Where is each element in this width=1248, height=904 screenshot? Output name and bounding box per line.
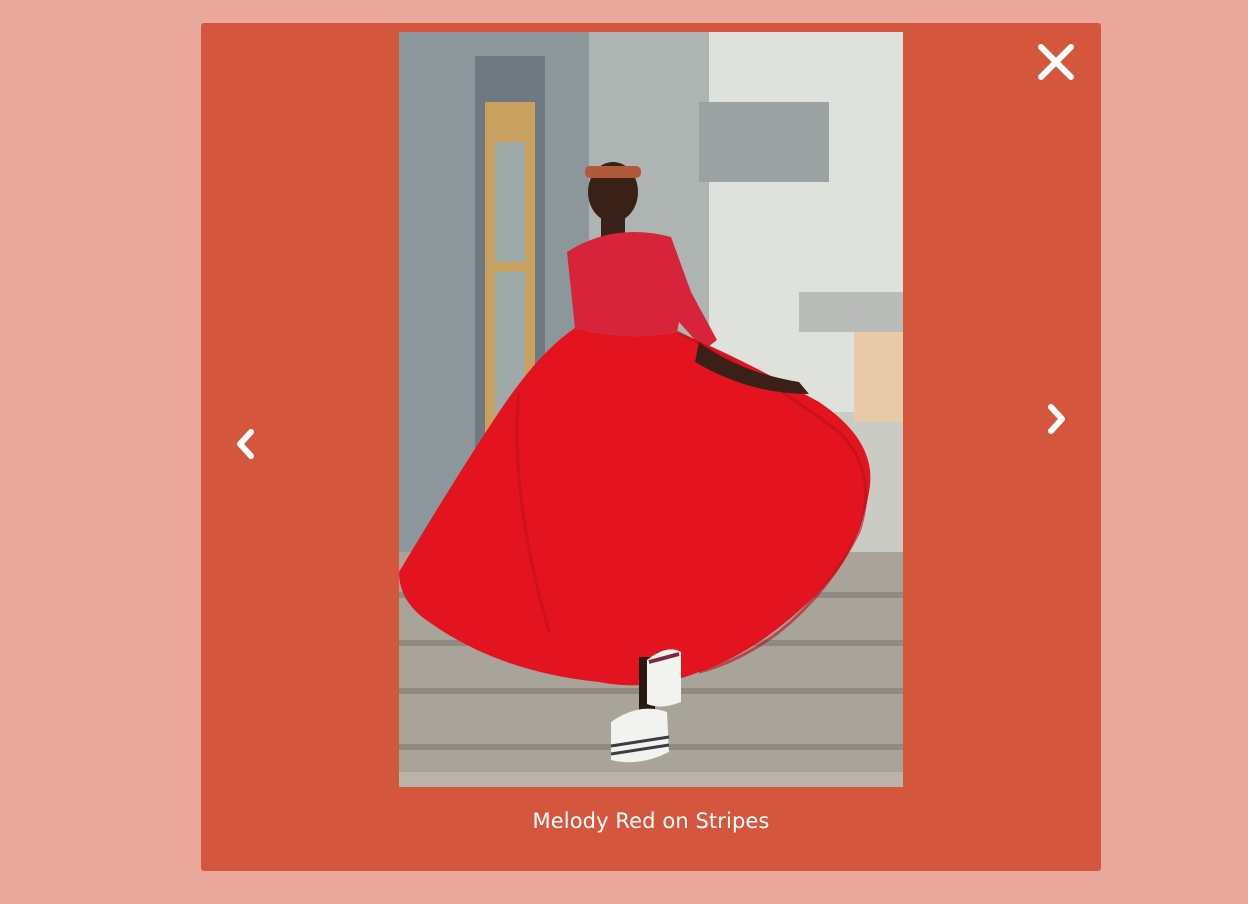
- lightbox-modal: Melody Red on Stripes: [201, 23, 1101, 871]
- image-caption: Melody Red on Stripes: [532, 809, 770, 833]
- photo-illustration: [399, 32, 903, 787]
- balcony: [799, 292, 903, 332]
- awning: [699, 102, 829, 182]
- chevron-left-icon: [237, 429, 254, 459]
- lightbox-photo: [399, 32, 903, 787]
- close-icon: [1038, 44, 1074, 80]
- previous-image-button[interactable]: [231, 427, 261, 461]
- next-image-button[interactable]: [1041, 402, 1071, 436]
- sunglasses: [585, 166, 641, 178]
- lit-window: [854, 332, 903, 422]
- door-glass-top: [495, 142, 525, 262]
- sneaker-left: [611, 708, 669, 763]
- chevron-right-icon: [1048, 404, 1065, 434]
- close-button[interactable]: [1037, 43, 1075, 81]
